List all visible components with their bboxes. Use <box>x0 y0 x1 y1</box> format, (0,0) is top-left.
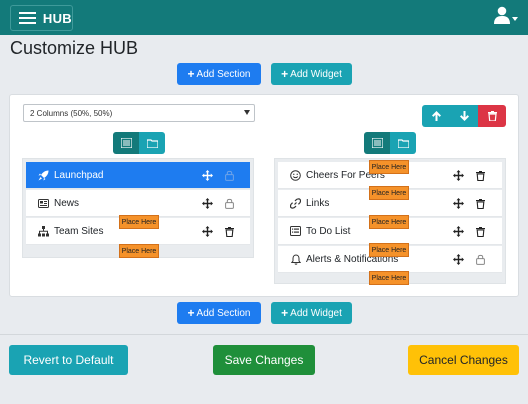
add-widget-button-top[interactable]: + Add Widget <box>271 63 352 85</box>
widget-label: News <box>54 197 80 209</box>
widget-label: Launchpad <box>54 169 104 181</box>
brand-label: HUB <box>42 10 72 26</box>
cancel-changes-button[interactable]: Cancel Changes <box>408 345 519 375</box>
add-section-label: Add Section <box>196 307 251 319</box>
widget-news[interactable]: News <box>26 190 250 217</box>
chevron-down-icon <box>244 110 250 115</box>
top-navbar: HUB <box>0 0 528 35</box>
chevron-down-icon <box>512 17 518 21</box>
save-changes-button[interactable]: Save Changes <box>213 345 315 375</box>
add-widget-label: Add Widget <box>290 68 342 80</box>
drop-placeholder[interactable]: Place Here <box>369 160 409 174</box>
add-section-button-top[interactable]: + Add Section <box>177 63 261 85</box>
arrow-down-icon <box>459 111 469 121</box>
move-icon[interactable] <box>453 170 464 181</box>
bell-icon <box>290 253 301 265</box>
smile-icon <box>290 169 301 181</box>
revert-to-default-button[interactable]: Revert to Default <box>9 345 128 375</box>
add-widget-label: Add Widget <box>290 307 342 319</box>
plus-icon: + <box>281 67 289 81</box>
widget-launchpad[interactable]: Launchpad <box>26 162 250 189</box>
folder-view-button[interactable] <box>390 132 416 154</box>
right-column: Cheers For Peers Links To Do List Alerts… <box>274 158 506 285</box>
move-section-up-button[interactable] <box>422 105 450 127</box>
trash-icon[interactable] <box>475 226 486 237</box>
widget-view-button[interactable] <box>364 132 390 154</box>
sitemap-icon <box>38 225 49 237</box>
move-icon[interactable] <box>453 198 464 209</box>
list-icon <box>371 138 383 148</box>
list-icon <box>120 138 132 148</box>
column-layout-value: 2 Columns (50%, 50%) <box>30 108 113 118</box>
drop-placeholder[interactable]: Place Here <box>369 271 409 285</box>
arrow-up-icon <box>431 111 441 121</box>
section-card: 2 Columns (50%, 50%) Launchpad News Team… <box>9 94 519 297</box>
footer-divider <box>0 334 528 335</box>
move-icon[interactable] <box>202 226 213 237</box>
list-icon <box>290 226 301 237</box>
right-column-toggle <box>364 132 416 154</box>
left-column: Launchpad News Team Sites Place Here Pla… <box>22 158 254 258</box>
newspaper-icon <box>38 198 49 209</box>
user-icon <box>494 6 510 24</box>
drop-placeholder[interactable]: Place Here <box>369 186 409 200</box>
drop-placeholder[interactable]: Place Here <box>369 243 409 257</box>
lock-icon <box>224 170 235 181</box>
drop-placeholder[interactable]: Place Here <box>119 215 159 229</box>
move-icon[interactable] <box>202 198 213 209</box>
user-menu[interactable] <box>494 6 518 24</box>
column-layout-select[interactable]: 2 Columns (50%, 50%) <box>23 104 255 122</box>
move-section-down-button[interactable] <box>450 105 478 127</box>
add-section-label: Add Section <box>196 68 251 80</box>
widget-label: Links <box>306 197 330 209</box>
plus-icon: + <box>187 67 195 81</box>
folder-icon <box>146 138 158 148</box>
lock-icon <box>224 198 235 209</box>
add-section-button-bottom[interactable]: + Add Section <box>177 302 261 324</box>
trash-icon <box>487 111 497 121</box>
rocket-icon <box>38 170 49 181</box>
section-toolbar <box>422 105 506 127</box>
add-widget-button-bottom[interactable]: + Add Widget <box>271 302 352 324</box>
folder-view-button[interactable] <box>139 132 165 154</box>
delete-section-button[interactable] <box>478 105 506 127</box>
move-icon[interactable] <box>453 226 464 237</box>
plus-icon: + <box>281 306 289 320</box>
lock-icon <box>475 254 486 265</box>
move-icon[interactable] <box>453 254 464 265</box>
trash-icon[interactable] <box>475 198 486 209</box>
page-title: Customize HUB <box>10 38 139 58</box>
hamburger-icon <box>19 12 36 24</box>
trash-icon[interactable] <box>224 226 235 237</box>
widget-label: To Do List <box>306 225 351 237</box>
folder-icon <box>397 138 409 148</box>
widget-label: Team Sites <box>54 225 104 237</box>
hub-menu-button[interactable]: HUB <box>10 5 73 31</box>
widget-view-button[interactable] <box>113 132 139 154</box>
drop-placeholder[interactable]: Place Here <box>369 215 409 229</box>
link-icon <box>290 197 301 209</box>
trash-icon[interactable] <box>475 170 486 181</box>
plus-icon: + <box>187 306 195 320</box>
left-column-toggle <box>113 132 165 154</box>
move-icon[interactable] <box>202 170 213 181</box>
drop-placeholder[interactable]: Place Here <box>119 244 159 258</box>
